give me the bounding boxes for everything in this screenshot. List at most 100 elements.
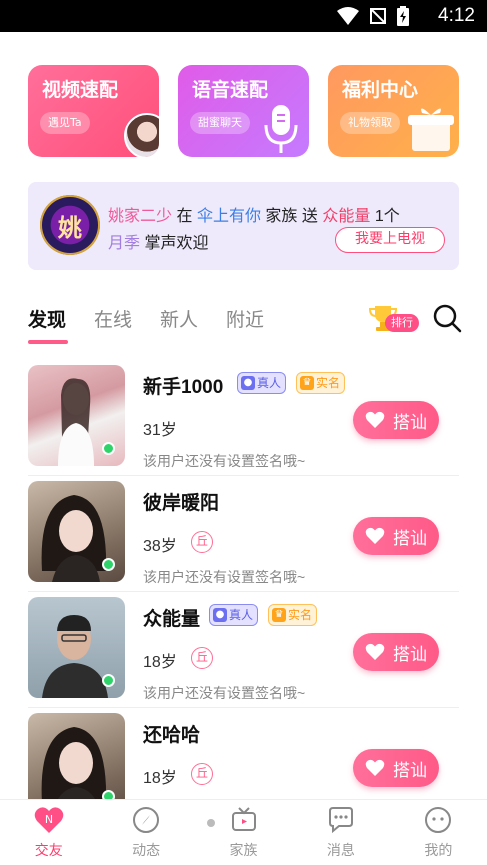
greet-label: 搭讪: [393, 644, 427, 665]
microphone-icon: [264, 105, 298, 153]
nav-indicator-dot: [207, 819, 215, 827]
person-icon: ●: [241, 376, 255, 390]
card-title: 福利中心: [342, 80, 419, 101]
card-pill: 遇见Ta: [40, 112, 90, 134]
online-status-dot: [102, 442, 115, 455]
banner-message-line2: 月季 掌声欢迎: [108, 229, 208, 253]
nav-me[interactable]: 我的: [390, 800, 487, 865]
zodiac-badge: 丘: [191, 647, 213, 669]
user-age: 31岁: [143, 422, 177, 439]
badge-label: 实名: [288, 608, 313, 622]
family-name: 伞上有你: [196, 208, 261, 225]
voice-match-card[interactable]: 语音速配 甜蜜聊天: [178, 65, 309, 157]
nav-label: 动态: [132, 842, 161, 858]
zodiac-badge: 丘: [191, 531, 213, 553]
active-tab-indicator: [28, 340, 68, 344]
sender-name: 姚家二少: [108, 208, 173, 225]
banner-message-line1: 姚家二少 在 伞上有你 家族 送 众能量 1个: [108, 202, 400, 226]
ranking-label: 排行: [385, 314, 419, 332]
ranking-button[interactable]: 排行: [367, 302, 419, 334]
word-at: 在: [176, 208, 193, 225]
video-match-card[interactable]: 视频速配 遇见Ta: [28, 65, 159, 157]
person-icon: ●: [213, 608, 227, 622]
online-status-dot: [102, 558, 115, 571]
badge-label: 真人: [229, 608, 254, 622]
tv-icon: [231, 807, 256, 831]
user-row[interactable]: 新手1000 ● 真人 ♛ 实名 31岁 该用户还没有设置签名哦~ 搭讪: [28, 360, 459, 476]
user-age: 18岁: [143, 770, 177, 787]
battery-charging-icon: [397, 6, 409, 26]
nav-moments[interactable]: 动态: [97, 800, 194, 865]
bottom-navigation: N 交友 动态 家族 消息 我的: [0, 799, 487, 865]
user-name: 彼岸暖阳: [143, 493, 220, 514]
nav-label: 家族: [229, 842, 258, 858]
face-icon: [425, 807, 452, 833]
heart-icon: [365, 643, 385, 660]
heart-icon: [365, 411, 385, 428]
applause-text: 掌声欢迎: [144, 235, 209, 252]
greet-label: 搭讪: [393, 760, 427, 781]
online-status-dot: [102, 674, 115, 687]
welfare-center-card[interactable]: 福利中心 礼物领取: [328, 65, 459, 157]
word-family: 家族: [265, 208, 298, 225]
nav-label: 我的: [424, 842, 453, 858]
real-person-badge: ● 真人: [209, 604, 259, 626]
status-time: 4:12: [438, 5, 475, 26]
user-signature: 该用户还没有设置签名哦~: [143, 569, 306, 585]
nav-family[interactable]: 家族: [195, 800, 292, 865]
greet-button[interactable]: 搭讪: [353, 517, 439, 555]
greet-button[interactable]: 搭讪: [353, 401, 439, 439]
crown-icon: ♛: [272, 608, 286, 622]
user-signature: 该用户还没有设置签名哦~: [143, 453, 306, 469]
tab-new[interactable]: 新人: [160, 305, 198, 332]
heart-icon: [365, 759, 385, 776]
user-name: 还哈哈: [143, 725, 201, 746]
greet-button[interactable]: 搭讪: [353, 633, 439, 671]
greet-label: 搭讪: [393, 412, 427, 433]
user-row[interactable]: 彼岸暖阳 38岁 丘 该用户还没有设置签名哦~ 搭讪: [28, 476, 459, 592]
nav-make-friends[interactable]: N 交友: [0, 800, 97, 865]
user-signature: 该用户还没有设置签名哦~: [143, 685, 306, 701]
verified-name-badge: ♛ 实名: [296, 372, 346, 394]
avatar-photo-icon: [124, 113, 159, 157]
zodiac-badge: 丘: [191, 763, 213, 785]
user-age: 38岁: [143, 538, 177, 555]
word-send: 送: [301, 208, 318, 225]
card-title: 视频速配: [42, 80, 119, 101]
discover-tabs: 发现 在线 新人 附近: [28, 305, 292, 344]
nav-messages[interactable]: 消息: [292, 800, 389, 865]
recipient-name: 众能量: [322, 208, 371, 225]
tab-label: 发现: [28, 310, 67, 331]
no-signal-icon: [370, 8, 386, 24]
chat-bubble-icon: [328, 807, 353, 834]
gift-box-icon: [408, 108, 454, 151]
nav-label: 交友: [34, 842, 63, 858]
heart-icon: [365, 527, 385, 544]
greet-label: 搭讪: [393, 528, 427, 549]
greet-button[interactable]: 搭讪: [353, 749, 439, 787]
crown-icon: ♛: [300, 376, 314, 390]
user-row[interactable]: 众能量 ● 真人 ♛ 实名 18岁 丘 该用户还没有设置签名哦~ 搭讪: [28, 592, 459, 708]
tab-online[interactable]: 在线: [94, 305, 132, 332]
search-icon[interactable]: [432, 303, 462, 333]
user-age: 18岁: [143, 654, 177, 671]
compass-icon: [133, 807, 160, 833]
family-logo: 姚: [40, 195, 100, 255]
badge-label: 实名: [316, 376, 341, 390]
real-person-badge: ● 真人: [237, 372, 287, 394]
go-on-tv-button[interactable]: 我要上电视: [335, 227, 445, 253]
nav-label: 消息: [326, 842, 355, 858]
svg-text:N: N: [45, 813, 53, 826]
status-bar: 4:12: [0, 0, 487, 32]
user-name: 新手1000: [143, 377, 224, 398]
gift-name: 月季: [108, 235, 141, 252]
status-icons: [337, 6, 409, 26]
verified-name-badge: ♛ 实名: [268, 604, 318, 626]
heart-n-icon: N: [34, 807, 63, 833]
user-name: 众能量: [143, 609, 201, 630]
family-gift-banner[interactable]: 姚 姚家二少 在 伞上有你 家族 送 众能量 1个 月季 掌声欢迎 我要上电视: [28, 182, 459, 270]
card-pill: 礼物领取: [340, 112, 400, 134]
badge-label: 真人: [257, 376, 282, 390]
tab-nearby[interactable]: 附近: [226, 305, 264, 332]
tab-discover[interactable]: 发现: [28, 305, 68, 344]
